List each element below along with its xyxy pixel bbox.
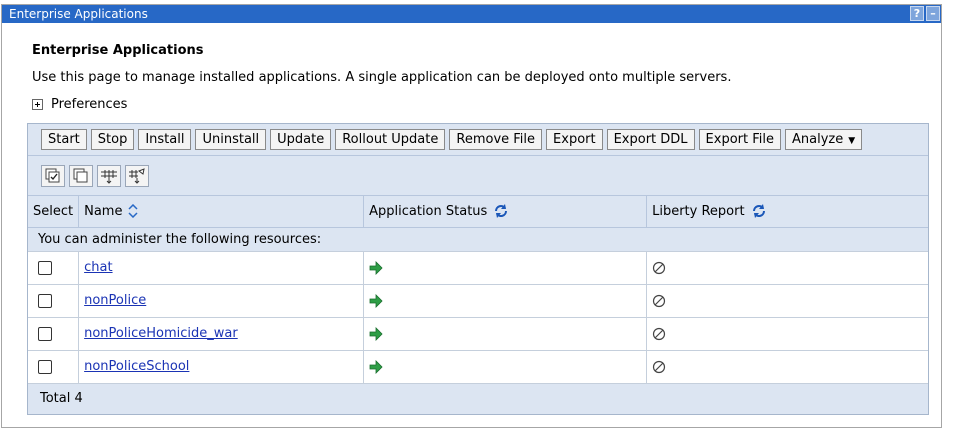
name-column-label[interactable]: Name xyxy=(84,204,122,219)
not-applicable-icon xyxy=(653,294,666,307)
enterprise-applications-portlet: Enterprise Applications ? – Enterprise A… xyxy=(1,4,942,428)
status-column-header: Application Status xyxy=(363,196,648,228)
total-count: Total 4 xyxy=(28,383,928,414)
minimize-icon[interactable]: – xyxy=(926,6,940,21)
liberty-column-header: Liberty Report xyxy=(646,196,928,228)
application-link[interactable]: chat xyxy=(84,260,112,275)
start-button[interactable]: Start xyxy=(41,129,87,150)
applications-collection-table: Start Stop Install Uninstall Update Roll… xyxy=(27,123,929,415)
analyze-label: Analyze xyxy=(792,132,844,147)
started-arrow-icon xyxy=(369,260,383,275)
not-applicable-icon xyxy=(653,261,666,274)
help-icon[interactable]: ? xyxy=(910,6,924,21)
expand-plus-icon[interactable] xyxy=(32,98,43,110)
application-link[interactable]: nonPoliceHomicide_war xyxy=(84,326,238,341)
administer-note: You can administer the following resourc… xyxy=(28,227,928,252)
total-row: Total 4 xyxy=(28,383,928,414)
install-button[interactable]: Install xyxy=(138,129,192,150)
export-ddl-button[interactable]: Export DDL xyxy=(606,129,695,150)
row-select-checkbox[interactable] xyxy=(38,359,52,374)
refresh-status-icon[interactable] xyxy=(493,203,509,219)
administer-note-row: You can administer the following resourc… xyxy=(28,227,928,252)
started-arrow-icon xyxy=(369,359,383,374)
analyze-dropdown-button[interactable]: Analyze ▼ xyxy=(785,129,863,150)
row-select-checkbox[interactable] xyxy=(38,326,52,341)
application-link[interactable]: nonPolice xyxy=(84,293,146,308)
export-button[interactable]: Export xyxy=(546,129,603,150)
applications-table: Select Name Application Status Liberty R… xyxy=(28,196,928,414)
row-select-checkbox[interactable] xyxy=(38,260,52,275)
preferences-toggle[interactable]: Preferences xyxy=(32,95,929,113)
not-applicable-icon xyxy=(653,360,666,373)
rollout-update-button[interactable]: Rollout Update xyxy=(335,129,446,150)
table-row: nonPolice xyxy=(28,284,928,318)
not-applicable-icon xyxy=(653,327,666,340)
show-filter-icon[interactable] xyxy=(97,164,121,187)
caret-down-icon: ▼ xyxy=(848,136,856,146)
portlet-title: Enterprise Applications xyxy=(9,7,148,21)
refresh-liberty-icon[interactable] xyxy=(751,203,767,219)
liberty-column-label: Liberty Report xyxy=(652,203,745,219)
application-link[interactable]: nonPoliceSchool xyxy=(84,359,189,374)
table-header-row: Select Name Application Status Liberty R… xyxy=(28,196,928,228)
table-row: nonPoliceSchool xyxy=(28,350,928,384)
sort-icon[interactable] xyxy=(128,204,138,219)
select-all-icon[interactable] xyxy=(41,164,65,187)
selection-icon-bar xyxy=(28,156,928,196)
status-column-label: Application Status xyxy=(369,203,488,219)
remove-file-button[interactable]: Remove File xyxy=(449,129,543,150)
started-arrow-icon xyxy=(369,326,383,341)
table-row: chat xyxy=(28,251,928,285)
deselect-all-icon[interactable] xyxy=(69,164,93,187)
page-description: Use this page to manage installed applic… xyxy=(32,70,732,85)
clear-filter-icon[interactable] xyxy=(125,164,149,187)
started-arrow-icon xyxy=(369,293,383,308)
action-toolbar: Start Stop Install Uninstall Update Roll… xyxy=(28,124,928,156)
select-column-header: Select xyxy=(28,196,80,228)
table-row: nonPoliceHomicide_war xyxy=(28,317,928,351)
update-button[interactable]: Update xyxy=(270,129,332,150)
export-file-button[interactable]: Export File xyxy=(698,129,781,150)
preferences-label[interactable]: Preferences xyxy=(51,97,127,112)
name-column-header[interactable]: Name xyxy=(78,196,365,228)
portlet-titlebar: Enterprise Applications ? – xyxy=(2,5,941,23)
stop-button[interactable]: Stop xyxy=(90,129,135,150)
page-title: Enterprise Applications xyxy=(32,43,204,58)
uninstall-button[interactable]: Uninstall xyxy=(195,129,267,150)
row-select-checkbox[interactable] xyxy=(38,293,52,308)
